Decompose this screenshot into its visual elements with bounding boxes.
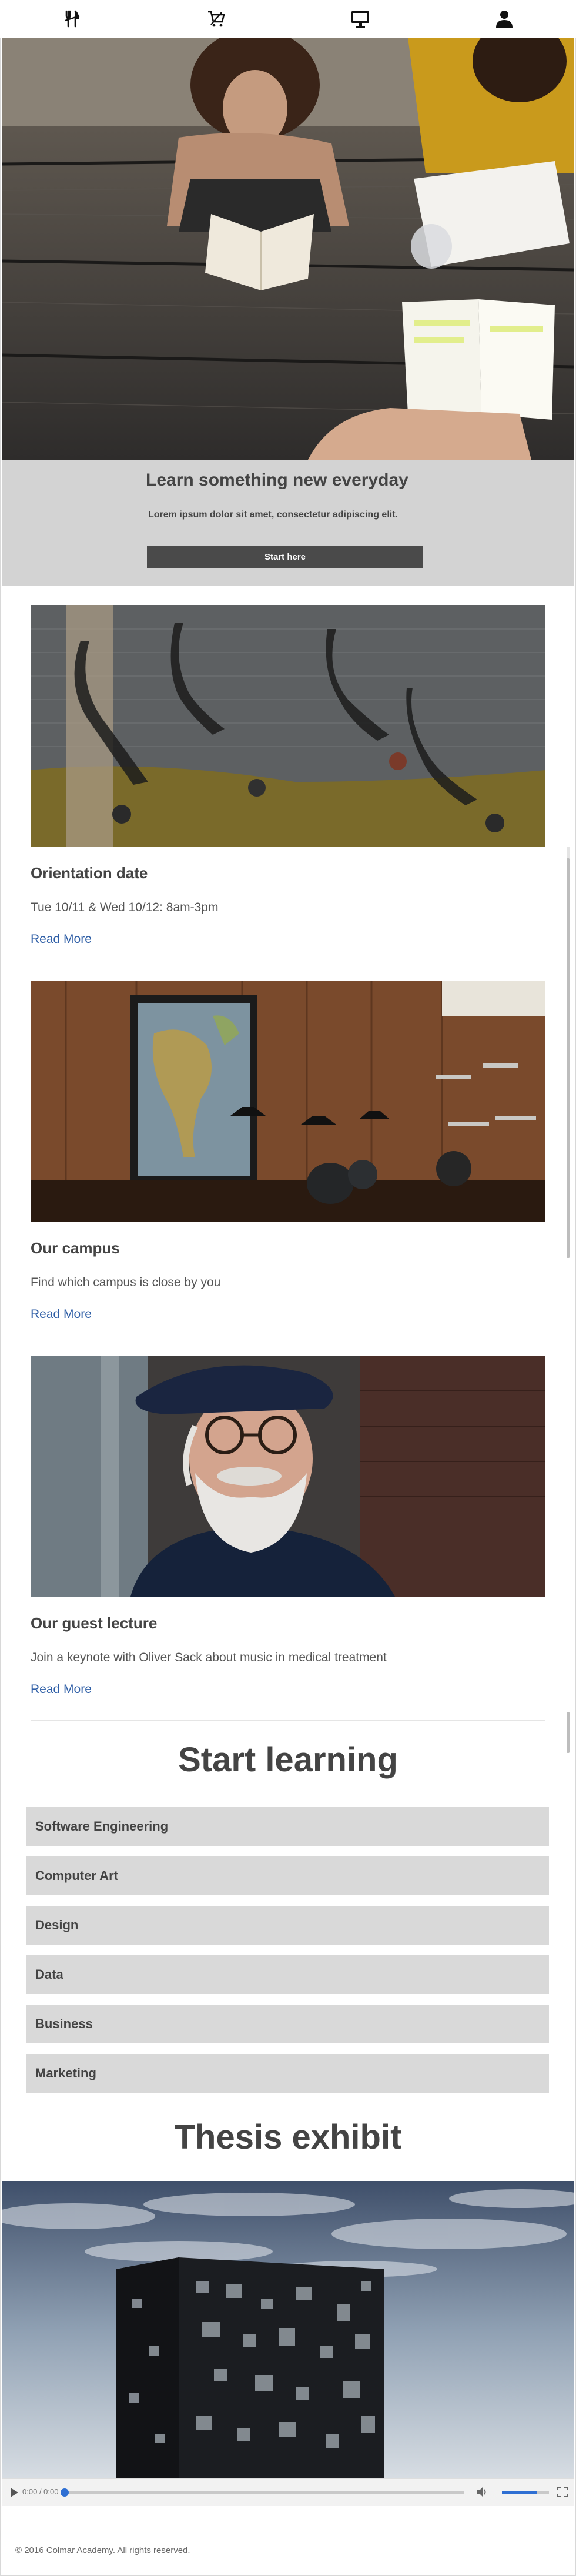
hero-title: Learn something new everyday <box>146 470 408 490</box>
volume-slider[interactable] <box>502 2491 549 2494</box>
monitor-icon <box>351 11 369 28</box>
thesis-exhibit-title: Thesis exhibit <box>174 2118 402 2156</box>
card-text: Find which campus is close by you <box>31 1276 221 1289</box>
hero-subtitle: Lorem ipsum dolor sit amet, consectetur … <box>148 510 398 520</box>
cards-scrollbar-thumb[interactable] <box>567 858 570 1258</box>
course-label: Design <box>35 1918 79 1932</box>
start-learning-title: Start learning <box>178 1741 398 1779</box>
course-label: Data <box>35 1967 63 1982</box>
cart-icon <box>207 11 225 27</box>
top-nav <box>0 0 576 38</box>
card-text: Join a keynote with Oliver Sack about mu… <box>31 1651 387 1664</box>
course-label: Business <box>35 2016 93 2031</box>
campus-image <box>31 981 545 1222</box>
cards-divider <box>31 1720 545 1721</box>
volume-icon[interactable] <box>476 2486 489 2498</box>
course-business[interactable]: Business <box>26 2005 549 2043</box>
read-more-link[interactable]: Read More <box>31 1307 92 1322</box>
orientation-image <box>31 605 545 847</box>
read-more-link[interactable]: Read More <box>31 932 92 946</box>
volume-fill <box>502 2491 537 2494</box>
card-title: Our guest lecture <box>31 1614 158 1632</box>
user-icon <box>495 11 513 28</box>
hero-image <box>2 38 574 460</box>
start-here-button[interactable]: Start here <box>147 546 423 568</box>
fullscreen-icon[interactable] <box>557 2487 568 2497</box>
footer-copyright: © 2016 Colmar Academy. All rights reserv… <box>15 2545 190 2555</box>
thesis-video[interactable] <box>2 2181 574 2478</box>
cutlery-icon <box>65 10 79 28</box>
course-label: Software Engineering <box>35 1819 169 1834</box>
video-seek-thumb[interactable] <box>61 2488 69 2497</box>
course-marketing[interactable]: Marketing <box>26 2054 549 2093</box>
course-data[interactable]: Data <box>26 1955 549 1994</box>
play-icon[interactable] <box>9 2487 19 2498</box>
course-label: Marketing <box>35 2066 96 2080</box>
video-time: 0:00 / 0:00 <box>22 2487 59 2496</box>
course-design[interactable]: Design <box>26 1906 549 1945</box>
nav-profile[interactable] <box>432 0 576 38</box>
nav-cart[interactable] <box>144 0 288 38</box>
card-title: Orientation date <box>31 864 148 882</box>
video-controls: 0:00 / 0:00 <box>2 2478 574 2506</box>
guest-lecture-image <box>31 1356 545 1597</box>
video-seek-bar[interactable] <box>61 2488 464 2497</box>
card-title: Our campus <box>31 1239 120 1257</box>
nav-dining[interactable] <box>0 0 144 38</box>
course-label: Computer Art <box>35 1868 118 1883</box>
nav-screen[interactable] <box>288 0 432 38</box>
read-more-link[interactable]: Read More <box>31 1682 92 1697</box>
course-computer-art[interactable]: Computer Art <box>26 1856 549 1895</box>
card-text: Tue 10/11 & Wed 10/12: 8am-3pm <box>31 901 219 914</box>
course-software-engineering[interactable]: Software Engineering <box>26 1807 549 1846</box>
